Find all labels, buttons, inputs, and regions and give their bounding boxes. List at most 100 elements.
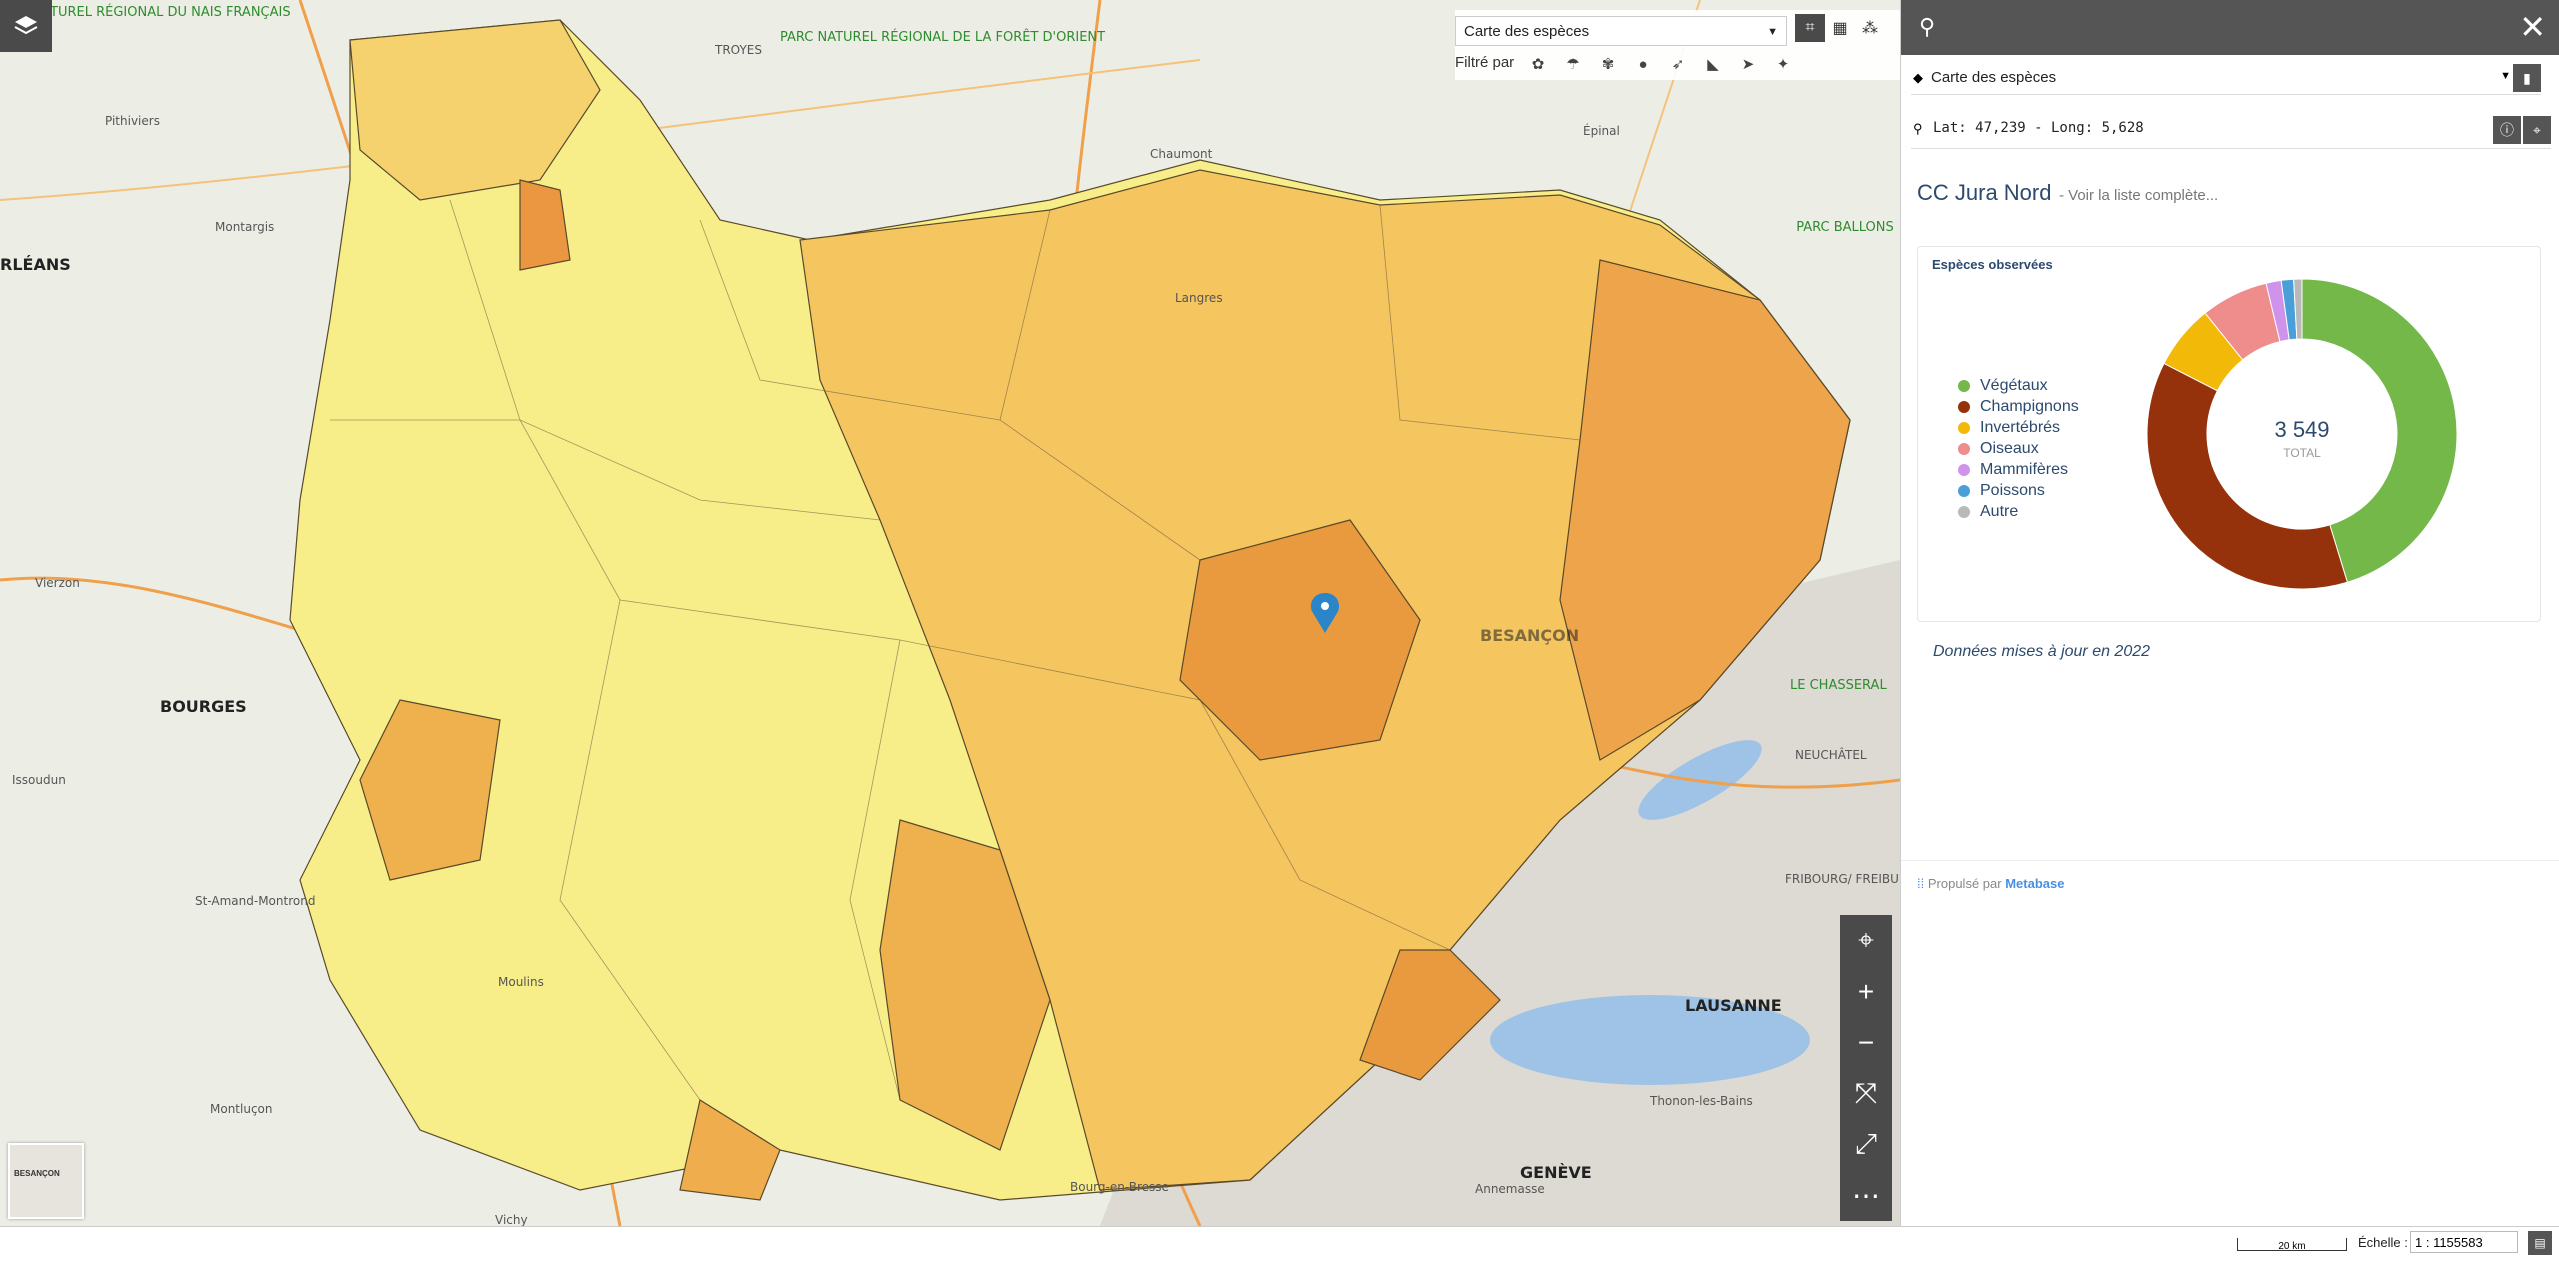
total-value: 3 549 <box>2274 417 2329 442</box>
filter-label: Filtré par <box>1455 54 1515 71</box>
view-cluster-button[interactable]: ⁂ <box>1855 14 1885 42</box>
label-moulins: Moulins <box>498 975 544 989</box>
legend-item[interactable]: Poissons <box>1958 482 2045 500</box>
stats-button[interactable]: ▮ <box>2513 64 2541 92</box>
panel-layer-select-value: Carte des espèces <box>1931 69 2057 86</box>
legend-label: Oiseaux <box>1980 440 2039 457</box>
layers-icon: ◆ <box>1913 70 1923 85</box>
close-icon[interactable]: ✕ <box>2519 8 2546 46</box>
legend-label: Végétaux <box>1980 377 2048 394</box>
label-pithiviers: Pithiviers <box>105 114 160 128</box>
fish-icon[interactable]: ➤ <box>1733 52 1763 76</box>
minimap-label: BESANÇON <box>14 1169 60 1178</box>
bird-icon[interactable]: ➶ <box>1663 52 1693 76</box>
other-icon[interactable]: ✦ <box>1768 52 1798 76</box>
zoom-in-button[interactable]: + <box>1840 966 1892 1017</box>
area-title: CC Jura Nord <box>1917 180 2052 205</box>
chevron-down-icon: ▼ <box>1767 26 1778 38</box>
legend-item[interactable]: Mammifères <box>1958 461 2068 479</box>
zoom-out-button[interactable]: − <box>1840 1017 1892 1068</box>
location-pin-icon: ⚲ <box>1913 121 1923 136</box>
chart-title: Espèces observées <box>1932 257 2053 272</box>
insect-icon[interactable]: ✾ <box>1593 52 1623 76</box>
legend-swatch <box>1958 421 1970 434</box>
mushroom-icon[interactable]: ☂ <box>1558 52 1588 76</box>
minimap[interactable]: BESANÇON <box>8 1143 84 1219</box>
map-canvas[interactable] <box>0 0 1900 1226</box>
label-lausanne: LAUSANNE <box>1685 996 1782 1015</box>
more-button[interactable]: ⋯ <box>1840 1170 1892 1221</box>
legend-swatch <box>1958 442 1970 455</box>
panel-layer-select[interactable]: ◆ Carte des espèces ▼ ▮ <box>1911 62 2541 95</box>
label-besancon: BESANÇON <box>1480 626 1580 645</box>
scale-select-value: 1 : 1155583 <box>2415 1235 2483 1250</box>
chevron-down-icon: ▼ <box>2500 70 2511 82</box>
map-toolbar: Carte des espèces ▼ ⌗ ▦ ⁂ Filtré par ✿ ☂ … <box>1455 10 1900 80</box>
powered-prefix: Propulsé par <box>1927 876 2002 891</box>
legend-swatch <box>1958 463 1970 476</box>
full-extent-button[interactable]: ⤧ <box>1840 1068 1892 1119</box>
see-full-list-link[interactable]: - Voir la liste complète... <box>2059 187 2218 204</box>
label-troyes: TROYES <box>715 43 762 57</box>
info-panel: ⚲ ✕ ◆ Carte des espèces ▼ ▮ ⚲ Lat: 47,23… <box>1900 0 2559 1226</box>
coordinates-bar: ⚲ Lat: 47,239 - Long: 5,628 ⓘ ⌖ <box>1911 112 2551 149</box>
powered-by: ⁞⁞ Propulsé par Metabase <box>1917 876 2064 891</box>
legend-item[interactable]: Invertébrés <box>1958 419 2060 437</box>
legend-label: Poissons <box>1980 482 2045 499</box>
label-montlucon: Montluçon <box>210 1102 273 1116</box>
label-issoudun: Issoudun <box>12 773 66 787</box>
legend-item[interactable]: Oiseaux <box>1958 440 2039 458</box>
legend-label: Mammifères <box>1980 461 2069 478</box>
plant-icon[interactable]: ✿ <box>1523 52 1553 76</box>
label-thonon: Thonon-les-Bains <box>1650 1094 1753 1108</box>
scale-select[interactable]: 1 : 1155583 <box>2410 1231 2518 1253</box>
scale-bar: 20 km <box>2237 1238 2347 1252</box>
label-vierzon: Vierzon <box>35 576 80 590</box>
view-points-button[interactable]: ⌗ <box>1795 14 1825 42</box>
map-controls: ⌖ + − ⤧ ⤢ ⋯ <box>1840 915 1892 1221</box>
label-neuchatel: NEUCHÂTEL <box>1795 748 1867 762</box>
location-pin-icon: ⚲ <box>1919 14 1936 39</box>
bar-chart-icon: ▮ <box>2523 69 2531 86</box>
legend-swatch <box>1958 379 1970 392</box>
legend-item[interactable]: Végétaux <box>1958 377 2048 395</box>
label-bourg: Bourg-en-Bresse <box>1070 1180 1169 1194</box>
label-langres: Langres <box>1175 291 1223 305</box>
points-icon: ⌗ <box>1805 19 1815 36</box>
layers-icon <box>14 16 38 35</box>
view-grid-button[interactable]: ▦ <box>1825 14 1855 42</box>
donut-chart[interactable]: 3 549 TOTAL <box>2142 274 2462 594</box>
label-montargis: Montargis <box>215 220 275 234</box>
grid-icon: ▦ <box>1832 20 1848 37</box>
label-vichy: Vichy <box>495 1213 528 1226</box>
status-bar: 20 km Échelle : 1 : 1155583 ▤ <box>0 1226 2559 1261</box>
metabase-icon: ⁞⁞ <box>1917 876 1925 891</box>
beetle-icon[interactable]: ● <box>1628 52 1658 76</box>
metabase-link[interactable]: Metabase <box>2005 876 2064 891</box>
species-chart-card: Espèces observées Végétaux Champignons Inv… <box>1917 246 2541 622</box>
label-bourges: BOURGES <box>160 697 247 716</box>
donut-slice-champignons[interactable] <box>2146 362 2348 590</box>
plus-icon: + <box>1857 975 1875 1007</box>
map-view[interactable]: PARC NATUREL RÉGIONAL DE LA FORÊT D'ORIE… <box>0 0 1900 1226</box>
legend-swatch <box>1958 505 1970 518</box>
info-icon: ⓘ <box>2500 122 2514 138</box>
legend-label: Champignons <box>1980 398 2079 415</box>
footer-menu-button[interactable]: ▤ <box>2528 1231 2552 1255</box>
legend-swatch <box>1958 400 1970 413</box>
panel-header: ⚲ ✕ <box>1901 0 2559 55</box>
legend-item[interactable]: Autre <box>1958 503 2018 521</box>
label-parc-morvan: TUREL RÉGIONAL DU NAIS FRANÇAIS <box>50 5 291 20</box>
mammal-icon[interactable]: ◣ <box>1698 52 1728 76</box>
label-chaumont: Chaumont <box>1150 147 1213 161</box>
info-button[interactable]: ⓘ <box>2493 116 2521 144</box>
layers-button[interactable] <box>0 0 52 52</box>
locate-button[interactable]: ⌖ <box>1840 915 1892 966</box>
legend-item[interactable]: Champignons <box>1958 398 2079 416</box>
locate-icon: ⌖ <box>1858 924 1874 955</box>
map-layer-select[interactable]: Carte des espèces ▼ <box>1455 16 1787 46</box>
label-annemasse: Annemasse <box>1475 1182 1545 1196</box>
fullscreen-button[interactable]: ⤢ <box>1840 1119 1892 1170</box>
target-button[interactable]: ⌖ <box>2523 116 2551 144</box>
label-epinal: Épinal <box>1583 124 1620 138</box>
